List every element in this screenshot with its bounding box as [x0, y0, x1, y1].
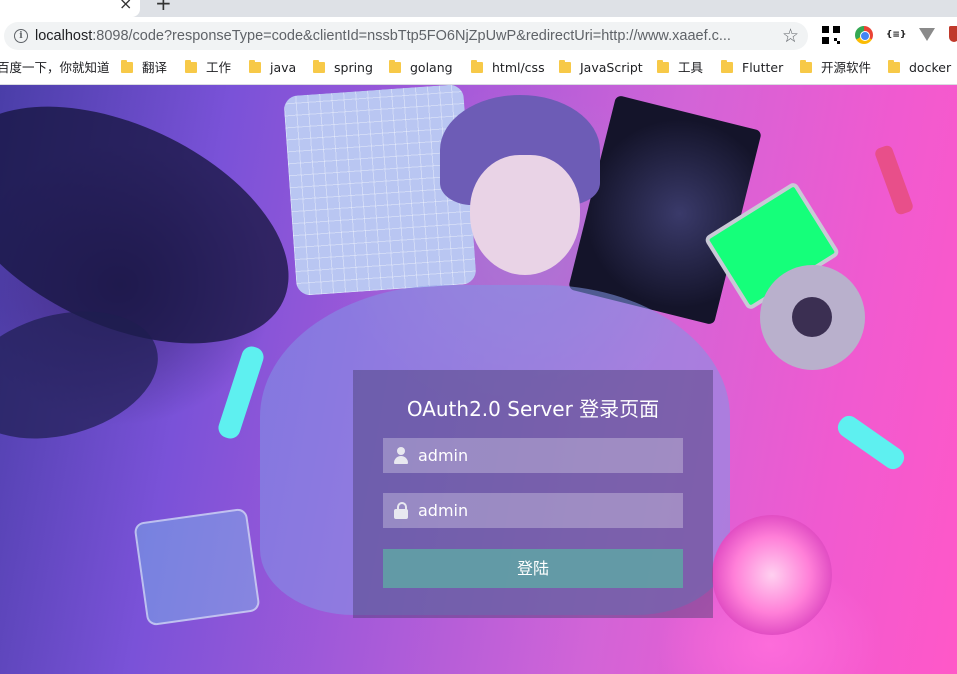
url-path: :8098/code?responseType=code&clientId=ns… — [92, 28, 731, 44]
bookmarks-bar: 百度一下，你就知道 翻译 工作 java spring golang html/… — [0, 54, 957, 85]
url-host: localhost — [35, 28, 93, 44]
bookmark-label: 开源软件 — [821, 60, 872, 75]
shield-extension-icon[interactable] — [949, 26, 957, 42]
folder-icon — [313, 60, 325, 73]
tab-close-icon[interactable]: × — [119, 0, 132, 14]
json-extension-icon[interactable]: {≡} — [886, 26, 906, 44]
qr-code-extension-icon[interactable] — [822, 26, 840, 44]
address-bar[interactable]: i localhost:8098/code?responseType=code&… — [4, 22, 808, 50]
background-illustration-disc-center — [792, 297, 832, 337]
login-title: OAuth2.0 Server 登录页面 — [406, 397, 660, 421]
login-button[interactable]: 登陆 — [383, 549, 683, 588]
folder-icon — [888, 60, 900, 73]
folder-icon — [389, 60, 401, 73]
lock-icon — [394, 502, 408, 519]
folder-icon — [185, 60, 197, 73]
bookmark-label: 工具 — [678, 60, 704, 75]
folder-icon — [657, 60, 669, 73]
password-value: admin — [418, 501, 469, 520]
chrome-extension-icon[interactable] — [855, 26, 873, 44]
site-info-icon[interactable]: i — [14, 29, 28, 43]
new-tab-icon[interactable]: + — [155, 0, 172, 13]
background-illustration-face — [470, 155, 580, 275]
vue-devtools-icon[interactable] — [919, 28, 935, 41]
active-tab[interactable]: × — [0, 0, 140, 17]
password-field[interactable]: admin — [383, 493, 683, 528]
bookmark-label: 翻译 — [142, 60, 168, 75]
folder-icon — [471, 60, 483, 73]
background-illustration-lightstick — [833, 411, 909, 474]
bookmark-label: html/css — [492, 60, 545, 75]
background-illustration-lipstick — [873, 144, 915, 216]
folder-icon — [559, 60, 571, 73]
background-illustration-candle — [712, 515, 832, 635]
bookmark-label: JavaScript — [580, 60, 643, 75]
user-icon — [394, 447, 408, 464]
username-field[interactable]: admin — [383, 438, 683, 473]
bookmark-star-icon[interactable]: ☆ — [782, 24, 799, 48]
bookmark-label: 工作 — [206, 60, 232, 75]
bookmark-label: spring — [334, 60, 373, 75]
background-illustration-cassette — [133, 507, 261, 627]
bookmark-label: 百度一下，你就知道 — [0, 60, 110, 75]
bookmark-label: Flutter — [742, 60, 784, 75]
url-text[interactable]: localhost:8098/code?responseType=code&cl… — [35, 22, 775, 50]
folder-icon — [121, 60, 133, 73]
bookmark-label: docker — [909, 60, 952, 75]
login-form: OAuth2.0 Server 登录页面 admin admin 登陆 — [353, 370, 713, 618]
folder-icon — [249, 60, 261, 73]
tab-strip: × + — [0, 0, 957, 17]
username-value: admin — [418, 446, 469, 465]
background-illustration-lightstick — [215, 343, 267, 442]
folder-icon — [721, 60, 733, 73]
bookmark-label: java — [270, 60, 297, 75]
bookmark-label: golang — [410, 60, 453, 75]
folder-icon — [800, 60, 812, 73]
browser-toolbar: i localhost:8098/code?responseType=code&… — [0, 17, 957, 54]
